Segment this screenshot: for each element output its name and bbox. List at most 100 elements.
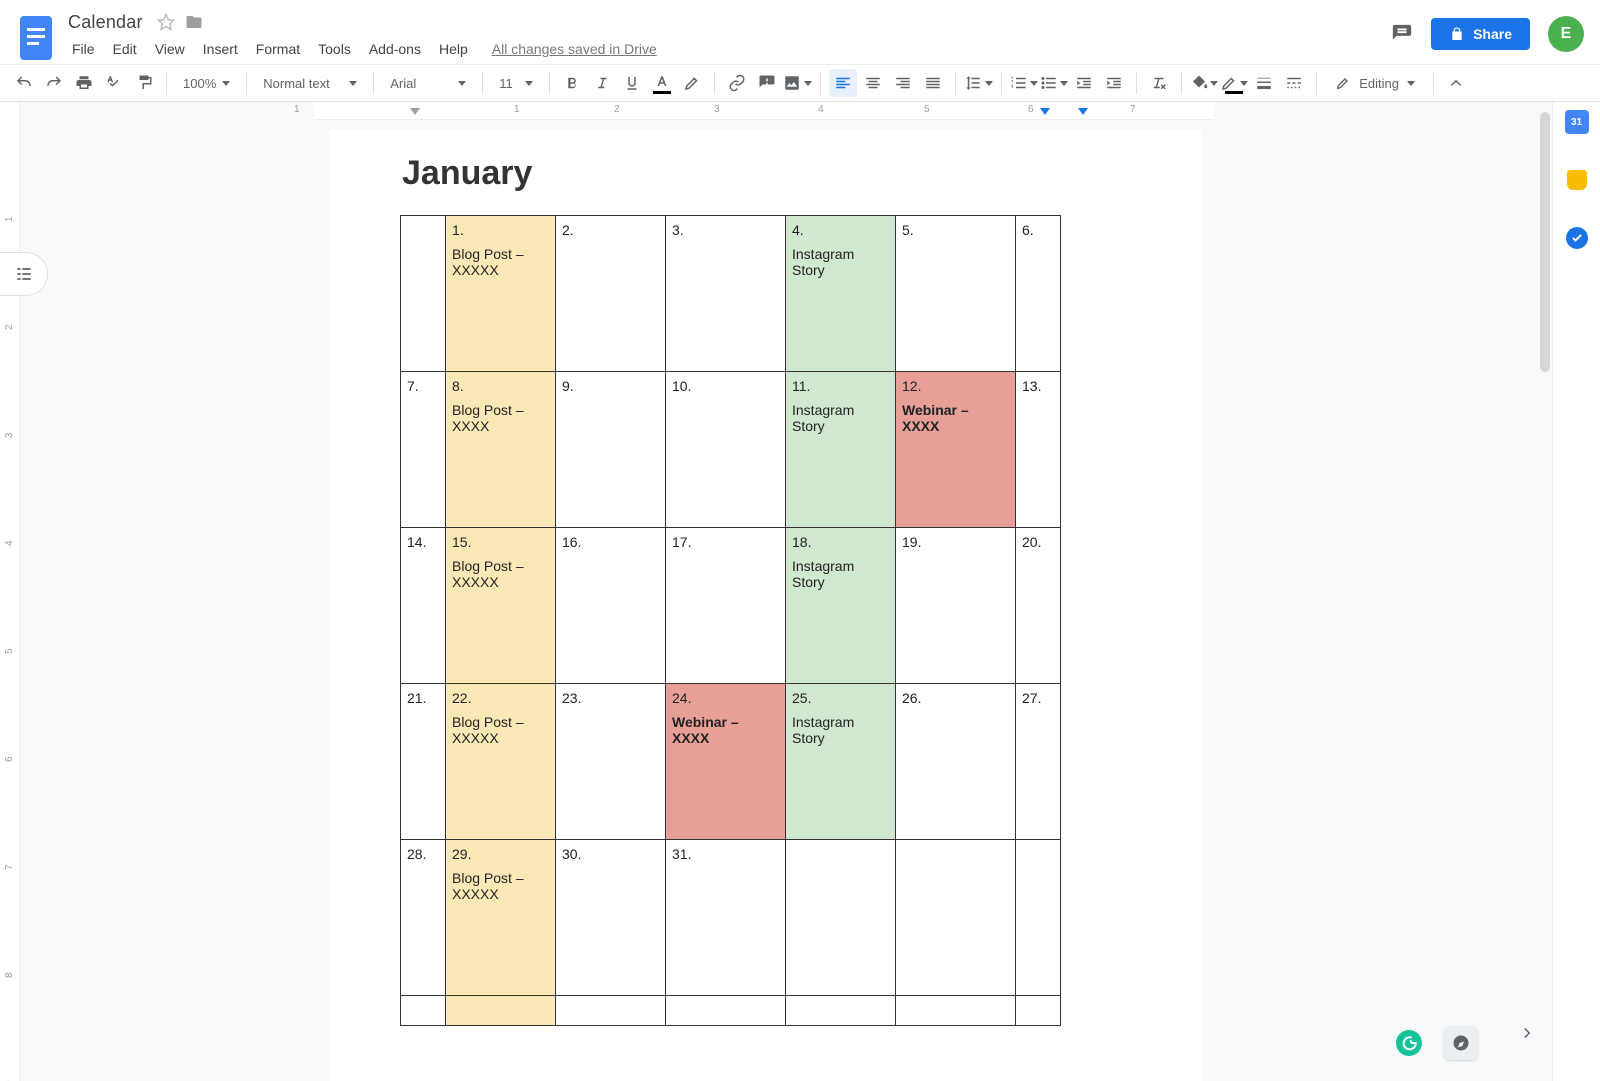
calendar-cell[interactable] bbox=[666, 996, 786, 1026]
underline-button[interactable] bbox=[618, 69, 646, 97]
scrollbar-thumb[interactable] bbox=[1540, 112, 1550, 372]
google-tasks-icon[interactable] bbox=[1565, 226, 1589, 250]
saved-status[interactable]: All changes saved in Drive bbox=[492, 41, 657, 57]
mode-dropdown[interactable]: Editing bbox=[1325, 69, 1425, 97]
align-center-button[interactable] bbox=[859, 69, 887, 97]
calendar-cell[interactable]: 11.Instagram Story bbox=[786, 372, 896, 528]
calendar-cell[interactable]: 18.Instagram Story bbox=[786, 528, 896, 684]
calendar-cell[interactable] bbox=[786, 840, 896, 996]
calendar-cell[interactable] bbox=[446, 996, 556, 1026]
border-width-button[interactable] bbox=[1250, 69, 1278, 97]
share-button[interactable]: Share bbox=[1431, 18, 1530, 50]
bulleted-list-button[interactable] bbox=[1040, 69, 1068, 97]
calendar-cell[interactable]: 17. bbox=[666, 528, 786, 684]
paragraph-style-dropdown[interactable]: Normal text bbox=[255, 69, 365, 97]
calendar-cell[interactable] bbox=[1016, 840, 1061, 996]
border-color-button[interactable] bbox=[1220, 69, 1248, 97]
calendar-cell[interactable]: 9. bbox=[556, 372, 666, 528]
clear-formatting-button[interactable] bbox=[1145, 69, 1173, 97]
highlight-color-button[interactable] bbox=[678, 69, 706, 97]
calendar-cell[interactable]: 21. bbox=[401, 684, 446, 840]
bold-button[interactable] bbox=[558, 69, 586, 97]
calendar-cell[interactable]: 25.Instagram Story bbox=[786, 684, 896, 840]
google-keep-icon[interactable] bbox=[1565, 168, 1589, 192]
menu-insert[interactable]: Insert bbox=[195, 37, 246, 61]
move-folder-icon[interactable] bbox=[185, 13, 203, 31]
font-family-dropdown[interactable]: Arial bbox=[382, 69, 474, 97]
docs-home-icon[interactable] bbox=[12, 8, 60, 62]
grammarly-icon[interactable] bbox=[1396, 1030, 1422, 1056]
spellcheck-button[interactable] bbox=[100, 69, 128, 97]
calendar-cell[interactable]: 31. bbox=[666, 840, 786, 996]
align-left-button[interactable] bbox=[829, 69, 857, 97]
insert-image-button[interactable] bbox=[783, 69, 812, 97]
menu-view[interactable]: View bbox=[147, 37, 193, 61]
undo-button[interactable] bbox=[10, 69, 38, 97]
calendar-cell[interactable]: 6. bbox=[1016, 216, 1061, 372]
star-icon[interactable] bbox=[157, 13, 175, 31]
calendar-cell[interactable]: 10. bbox=[666, 372, 786, 528]
insert-link-button[interactable] bbox=[723, 69, 751, 97]
menu-tools[interactable]: Tools bbox=[310, 37, 359, 61]
menu-addons[interactable]: Add-ons bbox=[361, 37, 429, 61]
calendar-cell[interactable]: 26. bbox=[896, 684, 1016, 840]
border-style-button[interactable] bbox=[1280, 69, 1308, 97]
collapse-toolbar-button[interactable] bbox=[1442, 69, 1470, 97]
side-panel-chevron-icon[interactable] bbox=[1518, 1024, 1536, 1047]
calendar-cell[interactable] bbox=[556, 996, 666, 1026]
calendar-cell[interactable]: 5. bbox=[896, 216, 1016, 372]
line-spacing-button[interactable] bbox=[964, 69, 993, 97]
insert-comment-button[interactable] bbox=[753, 69, 781, 97]
calendar-cell[interactable] bbox=[896, 996, 1016, 1026]
calendar-cell[interactable]: 4.Instagram Story bbox=[786, 216, 896, 372]
redo-button[interactable] bbox=[40, 69, 68, 97]
paint-format-button[interactable] bbox=[130, 69, 158, 97]
horizontal-ruler[interactable]: 11234567 bbox=[314, 102, 1214, 120]
google-calendar-icon[interactable]: 31 bbox=[1565, 110, 1589, 134]
fill-color-button[interactable] bbox=[1190, 69, 1218, 97]
calendar-cell[interactable]: 1.Blog Post – XXXXX bbox=[446, 216, 556, 372]
align-justify-button[interactable] bbox=[919, 69, 947, 97]
calendar-cell[interactable]: 30. bbox=[556, 840, 666, 996]
calendar-cell[interactable]: 16. bbox=[556, 528, 666, 684]
calendar-table[interactable]: 1.Blog Post – XXXXX2.3.4.Instagram Story… bbox=[400, 215, 1061, 1026]
font-size-dropdown[interactable]: 11 bbox=[491, 69, 541, 97]
calendar-cell[interactable] bbox=[401, 996, 446, 1026]
calendar-cell[interactable] bbox=[1016, 996, 1061, 1026]
print-button[interactable] bbox=[70, 69, 98, 97]
calendar-cell[interactable]: 28. bbox=[401, 840, 446, 996]
calendar-cell[interactable]: 23. bbox=[556, 684, 666, 840]
calendar-cell[interactable]: 7. bbox=[401, 372, 446, 528]
explore-button[interactable] bbox=[1444, 1026, 1478, 1060]
calendar-cell[interactable]: 15.Blog Post – XXXXX bbox=[446, 528, 556, 684]
zoom-dropdown[interactable]: 100% bbox=[175, 69, 238, 97]
calendar-cell[interactable]: 27. bbox=[1016, 684, 1061, 840]
numbered-list-button[interactable] bbox=[1010, 69, 1038, 97]
calendar-cell[interactable]: 22.Blog Post – XXXXX bbox=[446, 684, 556, 840]
calendar-cell[interactable]: 12.Webinar – XXXX bbox=[896, 372, 1016, 528]
italic-button[interactable] bbox=[588, 69, 616, 97]
increase-indent-button[interactable] bbox=[1100, 69, 1128, 97]
calendar-cell[interactable]: 24.Webinar – XXXX bbox=[666, 684, 786, 840]
menu-edit[interactable]: Edit bbox=[105, 37, 145, 61]
calendar-cell[interactable]: 2. bbox=[556, 216, 666, 372]
menu-file[interactable]: File bbox=[64, 37, 103, 61]
document-page[interactable]: January 1.Blog Post – XXXXX2.3.4.Instagr… bbox=[330, 130, 1202, 1081]
align-right-button[interactable] bbox=[889, 69, 917, 97]
calendar-cell[interactable]: 13. bbox=[1016, 372, 1061, 528]
menu-help[interactable]: Help bbox=[431, 37, 476, 61]
text-color-button[interactable] bbox=[648, 69, 676, 97]
calendar-cell[interactable]: 20. bbox=[1016, 528, 1061, 684]
calendar-cell[interactable]: 19. bbox=[896, 528, 1016, 684]
calendar-cell[interactable]: 8.Blog Post – XXXX bbox=[446, 372, 556, 528]
calendar-cell[interactable] bbox=[401, 216, 446, 372]
decrease-indent-button[interactable] bbox=[1070, 69, 1098, 97]
calendar-cell[interactable]: 14. bbox=[401, 528, 446, 684]
calendar-cell[interactable]: 29.Blog Post – XXXXX bbox=[446, 840, 556, 996]
menu-format[interactable]: Format bbox=[248, 37, 308, 61]
document-outline-toggle[interactable] bbox=[0, 252, 48, 296]
account-avatar[interactable]: E bbox=[1548, 16, 1584, 52]
calendar-cell[interactable] bbox=[786, 996, 896, 1026]
calendar-cell[interactable]: 3. bbox=[666, 216, 786, 372]
document-title[interactable]: Calendar bbox=[64, 10, 147, 35]
